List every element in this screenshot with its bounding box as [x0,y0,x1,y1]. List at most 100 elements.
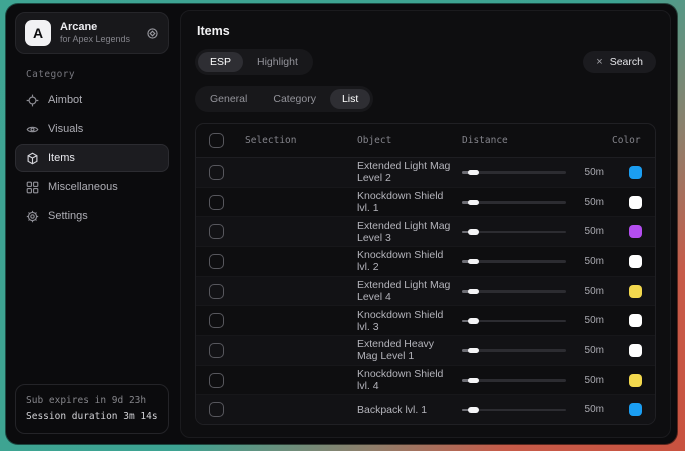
distance-slider[interactable] [462,404,566,416]
sidebar-section-label: Category [26,69,169,80]
app-window: A Arcane for Apex Legends Category Aimbo… [6,4,677,444]
sidebar-item-label: Aimbot [48,94,82,106]
row-checkbox[interactable] [209,284,224,299]
color-swatch[interactable] [629,196,642,209]
sidebar: A Arcane for Apex Legends Category Aimbo… [6,4,178,444]
sidebar-item-items[interactable]: Items [15,144,169,172]
color-cell [612,403,642,416]
row-checkbox[interactable] [209,343,224,358]
close-icon: × [596,57,602,68]
slider-thumb[interactable] [468,289,479,295]
row-checkbox[interactable] [209,254,224,269]
slider-thumb[interactable] [468,378,479,384]
tab-general[interactable]: General [198,89,259,109]
eye-icon [26,123,39,136]
distance-value: 50m [576,345,604,356]
distance-value: 50m [576,315,604,326]
tab-list[interactable]: List [330,89,370,109]
distance-slider[interactable] [462,315,566,327]
row-checkbox[interactable] [209,195,224,210]
slider-thumb[interactable] [468,407,479,413]
distance-value: 50m [576,256,604,267]
tab-highlight[interactable]: Highlight [245,52,310,72]
mode-toolbar: ESP Highlight × Search [195,49,656,75]
row-checkbox[interactable] [209,224,224,239]
sidebar-item-miscellaneous[interactable]: Miscellaneous [15,173,169,201]
row-checkbox[interactable] [209,402,224,417]
color-cell [612,285,642,298]
color-swatch[interactable] [629,403,642,416]
object-name: Extended Light Mag Level 4 [357,279,454,303]
color-cell [612,255,642,268]
table-row: Knockdown Shield lvl. 1 50m [196,188,655,218]
target-badge-icon[interactable] [146,27,159,40]
color-swatch[interactable] [629,255,642,268]
distance-slider[interactable] [462,196,566,208]
distance-cell: 50m [462,166,604,178]
table-row: Backpack lvl. 1 50m [196,395,655,424]
table-row: Knockdown Shield lvl. 2 50m [196,247,655,277]
distance-cell: 50m [462,344,604,356]
color-swatch[interactable] [629,314,642,327]
distance-cell: 50m [462,374,604,386]
app-name: Arcane [60,21,137,35]
brand-text: Arcane for Apex Legends [60,21,137,46]
color-swatch[interactable] [629,225,642,238]
distance-cell: 50m [462,404,604,416]
distance-slider[interactable] [462,255,566,267]
object-name: Knockdown Shield lvl. 3 [357,309,454,333]
brand-card[interactable]: A Arcane for Apex Legends [15,12,169,54]
row-checkbox[interactable] [209,165,224,180]
session-card: Sub expires in 9d 23h Session duration 3… [15,384,169,434]
table-body: Extended Light Mag Level 2 50m [196,158,655,424]
object-name: Knockdown Shield lvl. 2 [357,249,454,273]
slider-thumb[interactable] [468,200,479,206]
sidebar-item-settings[interactable]: Settings [15,202,169,230]
row-checkbox[interactable] [209,313,224,328]
table-row: Extended Light Mag Level 2 50m [196,158,655,188]
search-button-label: Search [610,56,643,68]
view-toolbar: General Category List [195,86,656,112]
distance-slider[interactable] [462,374,566,386]
slider-thumb[interactable] [468,348,479,354]
slider-thumb[interactable] [468,170,479,176]
distance-slider[interactable] [462,166,566,178]
color-swatch[interactable] [629,374,642,387]
app-logo: A [25,20,51,46]
slider-thumb[interactable] [468,318,479,324]
sidebar-nav: Aimbot Visuals Items [15,86,169,230]
table-row: Extended Light Mag Level 4 50m [196,277,655,307]
sidebar-item-label: Items [48,152,75,164]
color-cell [612,374,642,387]
distance-value: 50m [576,167,604,178]
sidebar-item-label: Visuals [48,123,83,135]
search-button[interactable]: × Search [583,51,656,73]
color-swatch[interactable] [629,166,642,179]
sidebar-item-visuals[interactable]: Visuals [15,115,169,143]
view-tab-group: General Category List [195,86,373,112]
box-icon [26,152,39,165]
items-table: Selection Object Distance Color Extended… [195,123,656,425]
sub-expiry-text: Sub expires in 9d 23h [26,393,158,409]
gear-icon [26,210,39,223]
color-swatch[interactable] [629,285,642,298]
slider-thumb[interactable] [468,259,479,265]
sidebar-item-aimbot[interactable]: Aimbot [15,86,169,114]
app-subtitle: for Apex Legends [60,34,137,45]
distance-slider[interactable] [462,226,566,238]
table-row: Knockdown Shield lvl. 3 50m [196,306,655,336]
distance-slider[interactable] [462,344,566,356]
sidebar-item-label: Miscellaneous [48,181,118,193]
object-name: Knockdown Shield lvl. 4 [357,368,454,392]
tab-esp[interactable]: ESP [198,52,243,72]
grid-icon [26,181,39,194]
distance-value: 50m [576,404,604,415]
column-header-object: Object [357,135,454,146]
row-checkbox[interactable] [209,373,224,388]
color-swatch[interactable] [629,344,642,357]
distance-slider[interactable] [462,285,566,297]
object-name: Extended Light Mag Level 2 [357,160,454,184]
tab-category[interactable]: Category [261,89,328,109]
slider-thumb[interactable] [468,229,479,235]
select-all-checkbox[interactable] [209,133,224,148]
